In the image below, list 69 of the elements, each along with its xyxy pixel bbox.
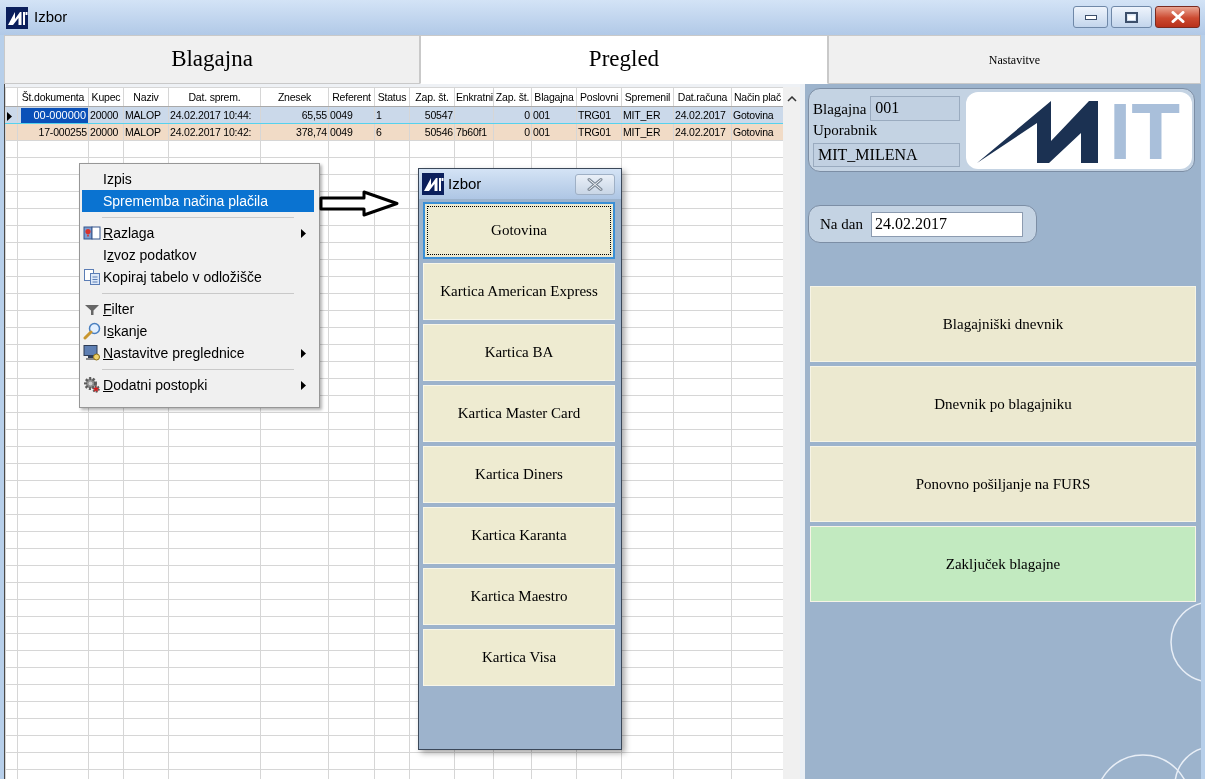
- app-logo-icon: [422, 173, 444, 195]
- field-label: Uporabnik: [813, 121, 878, 139]
- focused-cell[interactable]: 00-000000: [21, 107, 88, 123]
- payment-option-button[interactable]: Kartica Master Card: [423, 385, 615, 442]
- tab[interactable]: Nastavitve: [828, 35, 1201, 84]
- column-header[interactable]: Znesek: [260, 87, 329, 107]
- close-icon: [1170, 11, 1185, 23]
- maximize-button[interactable]: [1111, 6, 1152, 28]
- payment-option-button[interactable]: Kartica Karanta: [423, 507, 615, 564]
- column-header[interactable]: Blagajna: [531, 87, 577, 107]
- table-row[interactable]: 17-000255 20000 MALOP 24.02.2017 10:42: 378,74 0049 6 50546 7b60f1 0 001 TRG01 MIT_ER 24.02.2017 Gotovina: [5, 123, 783, 141]
- menu-item[interactable]: Iskanje: [82, 320, 314, 342]
- menu-item[interactable]: Razlaga: [82, 222, 314, 244]
- menu-item[interactable]: Kopiraj tabelo v odložišče: [82, 266, 314, 288]
- payment-option-button[interactable]: Gotovina: [423, 202, 615, 259]
- app-logo-icon: [6, 6, 28, 29]
- minimize-icon: [1084, 14, 1097, 20]
- payment-option-button[interactable]: Kartica BA: [423, 324, 615, 381]
- column-header[interactable]: Št.dokumenta: [17, 87, 89, 107]
- dialog-title: Izbor: [448, 173, 482, 194]
- column-header[interactable]: Kupec: [88, 87, 124, 107]
- column-header[interactable]: Zap. št.: [493, 87, 532, 107]
- tab[interactable]: Pregled: [420, 35, 828, 84]
- column-header[interactable]: Zap. št.: [409, 87, 455, 107]
- logo-mark-icon: [977, 101, 1099, 163]
- action-button[interactable]: Zaključek blagajne: [810, 526, 1196, 602]
- field-label: Blagajna: [813, 99, 867, 118]
- close-icon: [587, 177, 603, 191]
- date-field[interactable]: 24.02.2017: [870, 211, 1023, 237]
- action-button[interactable]: Blagajniški dnevnik: [810, 286, 1196, 362]
- payment-option-button[interactable]: Kartica American Express: [423, 263, 615, 320]
- row-pointer-icon: [7, 111, 12, 121]
- column-header[interactable]: Referent: [328, 87, 375, 107]
- tab[interactable]: Blagajna: [4, 35, 420, 84]
- gears-icon: [83, 376, 101, 394]
- column-header[interactable]: Poslovni: [576, 87, 622, 107]
- maximize-icon: [1125, 11, 1138, 23]
- close-button[interactable]: [1155, 6, 1200, 28]
- menu-item[interactable]: Filter: [82, 298, 314, 320]
- chevron-up-icon: [786, 96, 797, 102]
- scrollbar[interactable]: [783, 87, 800, 779]
- column-header[interactable]: Enkratni: [454, 87, 494, 107]
- logo-text: IT: [1109, 101, 1181, 163]
- payment-option-button[interactable]: Kartica Diners: [423, 446, 615, 503]
- menu-item[interactable]: Izpis: [82, 168, 314, 190]
- book-icon: [83, 224, 101, 242]
- payment-option-button[interactable]: Kartica Visa: [423, 629, 615, 686]
- action-button[interactable]: Dnevnik po blagajniku: [810, 366, 1196, 442]
- documents-icon: [83, 268, 101, 286]
- window-title: Izbor: [34, 7, 68, 28]
- menu-item[interactable]: Dodatni postopki: [82, 374, 314, 396]
- column-header[interactable]: Naziv: [123, 87, 169, 107]
- action-button[interactable]: Ponovno pošiljanje na FURS: [810, 446, 1196, 522]
- column-header[interactable]: Dat. sprem.: [168, 87, 261, 107]
- payment-option-button[interactable]: Kartica Maestro: [423, 568, 615, 625]
- column-header[interactable]: Status: [374, 87, 410, 107]
- minimize-button[interactable]: [1073, 6, 1108, 28]
- monitor-icon: [83, 344, 101, 362]
- field-label: Na dan: [820, 215, 863, 233]
- register-field: 001: [870, 96, 961, 121]
- table-row[interactable]: 00-000000 20000 MALOP 24.02.2017 10:44: 65,55 0049 1 50547 0 001 TRG01 MIT_ER 24.02.2017 Gotovina: [5, 106, 783, 124]
- column-header[interactable]: Dat.računa: [673, 87, 732, 107]
- user-field: MIT_MILENA: [813, 143, 960, 167]
- column-header[interactable]: Spremenil: [621, 87, 674, 107]
- menu-item[interactable]: Sprememba načina plačila: [82, 190, 314, 212]
- menu-item[interactable]: Nastavitve preglednice: [82, 342, 314, 364]
- search-icon: [83, 322, 101, 340]
- menu-item[interactable]: Izvoz podatkov: [82, 244, 314, 266]
- column-header[interactable]: Način plač: [731, 87, 783, 107]
